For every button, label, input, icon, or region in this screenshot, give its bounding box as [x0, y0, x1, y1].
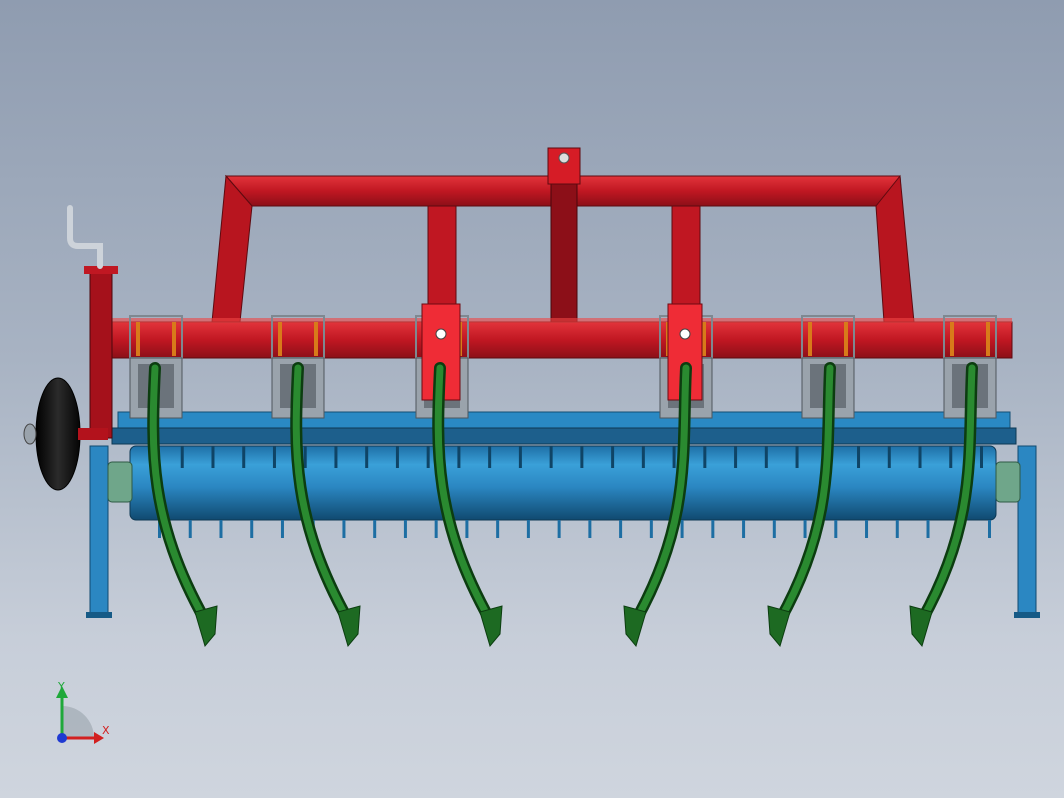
roller-tooth-bottom — [496, 520, 500, 538]
clamp-pin-left — [435, 328, 447, 340]
roller-tooth-bottom — [526, 520, 530, 538]
triad-arc — [62, 706, 94, 738]
tine-point — [767, 605, 791, 648]
roller-tooth-top — [211, 446, 215, 468]
roller-tooth-bottom — [342, 520, 346, 538]
cad-viewport[interactable]: Y X — [0, 0, 1064, 798]
bracket-bolt — [314, 322, 318, 356]
roller-tooth-top — [980, 446, 983, 468]
roller-tooth-top — [764, 446, 768, 468]
bracket-bolt — [844, 322, 848, 356]
roller-tooth-top — [426, 446, 430, 468]
wheel-axle — [78, 428, 108, 440]
wheel-hub — [23, 423, 37, 445]
center-mast — [550, 169, 578, 323]
roller-tooth-top — [488, 446, 492, 468]
left-stand — [89, 445, 109, 617]
roller-tooth-top — [272, 446, 276, 468]
roller-tooth-bottom — [680, 520, 684, 538]
roller-tooth-top — [518, 446, 522, 468]
wheel-post — [89, 267, 113, 439]
bracket-bolt — [808, 322, 812, 356]
roller-frame-top-rail — [117, 411, 1011, 429]
roller-tooth-top — [857, 446, 861, 468]
roller-frame-rail — [111, 427, 1017, 445]
roller-tooth-top — [734, 446, 738, 468]
roller-tooth-top — [334, 446, 338, 468]
roller-tooth-top — [457, 446, 461, 468]
roller-tooth-bottom — [188, 520, 192, 538]
roller-tooth-bottom — [403, 520, 407, 538]
tine-point — [337, 605, 361, 648]
roller-end-cap-left — [107, 461, 133, 503]
bracket-bolt — [702, 322, 706, 356]
cultivator-model: Y X — [23, 147, 1040, 744]
roller-tooth-top — [395, 446, 399, 468]
roller-tooth-bottom — [711, 520, 715, 538]
tine-point — [623, 605, 647, 648]
roller-tooth-top — [887, 446, 891, 468]
roller-tooth-top — [949, 446, 953, 468]
bracket-bolt — [278, 322, 282, 356]
packer-roller — [107, 445, 1021, 538]
roller-tooth-top — [303, 446, 307, 468]
roller-tooth-top — [918, 446, 922, 468]
roller-tooth-bottom — [834, 520, 838, 538]
right-stand-foot — [1014, 612, 1040, 618]
roller-tooth-bottom — [250, 520, 254, 538]
a-frame — [211, 147, 915, 323]
roller-tooth-bottom — [803, 520, 807, 538]
roller-tooth-bottom — [988, 520, 991, 538]
roller-tooth-bottom — [742, 520, 746, 538]
roller-tooth-bottom — [219, 520, 223, 538]
roller-tooth-bottom — [588, 520, 592, 538]
roller-tooth-bottom — [926, 520, 930, 538]
roller-tooth-top — [242, 446, 246, 468]
roller-tooth-bottom — [557, 520, 561, 538]
roller-tooth-top — [549, 446, 553, 468]
roller-tooth-top — [365, 446, 369, 468]
bracket-bolt — [986, 322, 990, 356]
roller-tooth-top — [611, 446, 615, 468]
left-stand-foot — [86, 612, 112, 618]
right-stand — [1017, 445, 1037, 617]
roller-tooth-top — [580, 446, 584, 468]
roller-tooth-bottom — [649, 520, 653, 538]
z-axis-dot — [57, 733, 67, 743]
roller-tooth-top — [672, 446, 676, 468]
depth-wheel — [35, 377, 81, 491]
tine-point — [479, 605, 503, 648]
tine-point — [909, 605, 933, 648]
x-axis-label: X — [102, 724, 110, 737]
roller-tooth-bottom — [772, 520, 776, 538]
roller-tooth-top — [641, 446, 645, 468]
roller-end-cap-right — [995, 461, 1021, 503]
roller-tooth-bottom — [373, 520, 377, 538]
roller-tooth-bottom — [619, 520, 623, 538]
roller-tooth-bottom — [895, 520, 899, 538]
roller-tooth-bottom — [865, 520, 869, 538]
roller-tooth-top — [795, 446, 799, 468]
roller-tooth-bottom — [280, 520, 284, 538]
bracket-bolt — [950, 322, 954, 356]
roller-tooth-top — [703, 446, 707, 468]
bracket-bolt — [136, 322, 140, 356]
top-link-pin — [558, 152, 570, 164]
roller-tooth-top — [180, 446, 184, 468]
y-axis-label: Y — [57, 680, 65, 693]
bracket-bolt — [172, 322, 176, 356]
tine-point — [194, 605, 218, 648]
clamp-pin-right — [679, 328, 691, 340]
main-toolbar-beam — [111, 318, 1013, 359]
crank-handle — [67, 205, 103, 269]
roller-tooth-bottom — [434, 520, 438, 538]
roller-tooth-bottom — [465, 520, 469, 538]
axis-triad: Y X — [56, 680, 110, 744]
